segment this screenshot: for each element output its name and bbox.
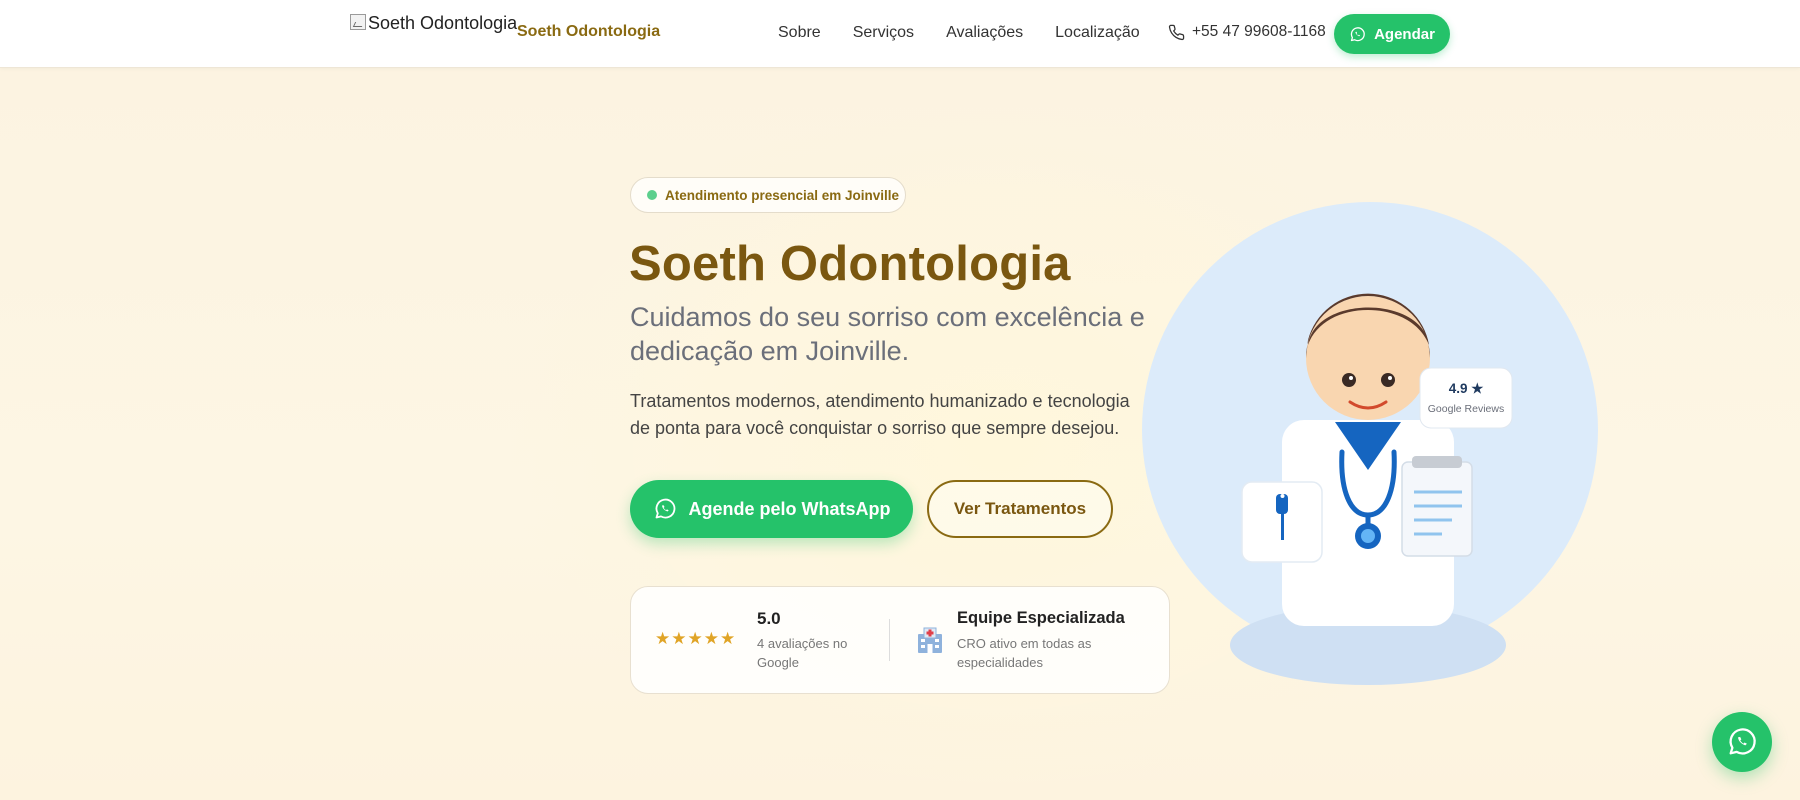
team-title: Equipe Especializada xyxy=(957,609,1125,627)
whatsapp-icon xyxy=(1729,728,1756,755)
main-nav: Sobre Serviços Avaliações Localização xyxy=(778,24,1140,42)
location-badge: Atendimento presencial em Joinville xyxy=(630,177,906,213)
whatsapp-icon xyxy=(655,498,675,519)
site-header: Soeth Odontologia Soeth Odontologia Sobr… xyxy=(0,0,1800,68)
review-score: 4.9 ★ xyxy=(1449,381,1485,396)
floating-whatsapp-button[interactable] xyxy=(1712,712,1772,772)
phone-icon xyxy=(1168,24,1185,40)
nav-link-avaliacoes[interactable]: Avaliações xyxy=(946,24,1023,42)
phone-link[interactable]: +55 47 99608-1168 xyxy=(1168,23,1326,41)
team-subtext: CRO ativo em todas as especialidades xyxy=(957,636,1092,670)
nav-link-sobre[interactable]: Sobre xyxy=(778,24,821,42)
rating-subtext: 4 avaliações no Google xyxy=(757,636,848,670)
ver-tratamentos-button[interactable]: Ver Tratamentos xyxy=(927,480,1113,538)
stats-divider xyxy=(889,619,890,661)
rating-stars: ★★★★★ xyxy=(655,629,737,648)
hospital-icon xyxy=(918,627,942,653)
review-label: Google Reviews xyxy=(1428,403,1504,415)
badge-text: Atendimento presencial em Joinville xyxy=(665,187,900,203)
agendar-button[interactable]: Agendar xyxy=(1334,14,1450,54)
phone-number: +55 47 99608-1168 xyxy=(1192,23,1326,40)
hero-description: Tratamentos modernos, atendimento humani… xyxy=(630,391,1130,438)
whatsapp-icon xyxy=(1350,26,1365,41)
nav-link-localizacao[interactable]: Localização xyxy=(1055,24,1140,42)
rating-score: 5.0 xyxy=(757,609,781,628)
logo-image[interactable]: Soeth Odontologia xyxy=(350,13,517,43)
whatsapp-cta-label: Agende pelo WhatsApp xyxy=(688,498,891,519)
hero-subtitle: Cuidamos do seu sorriso com excelência e… xyxy=(630,302,1145,366)
status-dot xyxy=(647,190,657,200)
stats-card: ★★★★★ 5.0 4 avaliações no Google Equipe … xyxy=(630,586,1170,694)
nav-link-servicos[interactable]: Serviços xyxy=(853,24,914,42)
agendar-label: Agendar xyxy=(1374,25,1435,43)
whatsapp-cta-button[interactable]: Agende pelo WhatsApp xyxy=(630,480,913,538)
dentist-illustration: 4.9 ★ Google Reviews xyxy=(1142,202,1598,685)
broken-image-icon xyxy=(350,14,366,30)
hero-title: Soeth Odontologia xyxy=(629,237,1071,291)
brand-name[interactable]: Soeth Odontologia xyxy=(517,23,660,41)
logo-alt-text: Soeth Odontologia xyxy=(368,13,518,33)
